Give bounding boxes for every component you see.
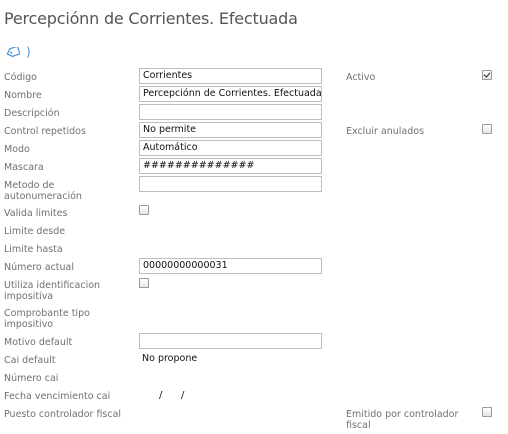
tag-paren: ) bbox=[26, 45, 31, 59]
valida-limites-checkbox[interactable] bbox=[139, 205, 149, 215]
date-separator: / bbox=[159, 390, 163, 401]
numero-cai-label: Número cai bbox=[4, 373, 59, 384]
comprobante-tipo-label: Comprobante tipo impositivo bbox=[4, 308, 90, 330]
excluir-anulados-checkbox[interactable] bbox=[482, 124, 492, 134]
cai-default-value: No propone bbox=[142, 353, 198, 364]
nombre-label: Nombre bbox=[4, 90, 42, 101]
descripcion-label: Descripción bbox=[4, 108, 60, 119]
fecha-vencimiento-cai-label: Fecha vencimiento cai bbox=[4, 391, 111, 402]
descripcion-field[interactable] bbox=[139, 104, 322, 120]
metodo-autonumeracion-field[interactable] bbox=[139, 176, 322, 192]
control-repetidos-label: Control repetidos bbox=[4, 126, 86, 137]
modo-label: Modo bbox=[4, 144, 30, 155]
motivo-default-label: Motivo default bbox=[4, 337, 73, 348]
page-title: Percepciónn de Corrientes. Efectuada bbox=[4, 9, 298, 28]
emitido-controlador-label: Emitido por controlador fiscal bbox=[346, 409, 459, 431]
cai-default-label: Cai default bbox=[4, 355, 56, 366]
tag-row: ) bbox=[6, 45, 31, 59]
activo-label: Activo bbox=[346, 72, 376, 83]
utiliza-identificacion-label: Utiliza identificacion impositiva bbox=[4, 280, 101, 302]
nombre-field[interactable]: Percepciónn de Corrientes. Efectuada bbox=[139, 86, 322, 102]
metodo-autonumeracion-label: Metodo de autonumeración bbox=[4, 180, 82, 202]
utiliza-identificacion-checkbox[interactable] bbox=[139, 278, 149, 288]
excluir-anulados-label: Excluir anulados bbox=[346, 126, 425, 137]
numero-actual-field[interactable]: 00000000000031 bbox=[139, 258, 322, 274]
mascara-field[interactable]: ############## bbox=[139, 158, 322, 174]
numero-actual-label: Número actual bbox=[4, 262, 75, 273]
control-repetidos-field[interactable]: No permite bbox=[139, 122, 322, 138]
tag-icon[interactable] bbox=[6, 47, 20, 57]
modo-field[interactable]: Automático bbox=[139, 140, 322, 156]
limite-desde-label: Limite desde bbox=[4, 226, 66, 237]
mascara-label: Mascara bbox=[4, 162, 44, 173]
codigo-field[interactable]: Corrientes bbox=[139, 68, 322, 84]
date-separator: / bbox=[181, 390, 185, 401]
valida-limites-label: Valida limites bbox=[4, 208, 68, 219]
motivo-default-field[interactable] bbox=[139, 333, 322, 349]
emitido-controlador-checkbox[interactable] bbox=[482, 407, 492, 417]
activo-checkbox[interactable] bbox=[482, 70, 492, 80]
codigo-label: Código bbox=[4, 72, 37, 83]
puesto-controlador-label: Puesto controlador fiscal bbox=[4, 409, 122, 420]
limite-hasta-label: Limite hasta bbox=[4, 244, 63, 255]
